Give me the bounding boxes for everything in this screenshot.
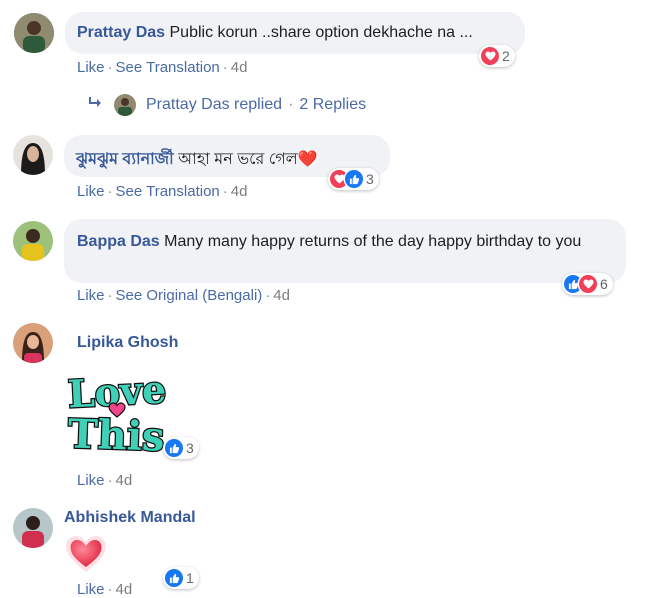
reaction-summary[interactable]: 3 (163, 437, 199, 459)
reaction-summary[interactable]: 3 (328, 168, 379, 190)
reaction-summary[interactable]: 2 (479, 45, 515, 67)
love-reaction-icon (481, 47, 499, 65)
see-original-link[interactable]: See Original (Bengali) (116, 287, 263, 304)
comment-actions: Like · See Translation · 4d (77, 183, 248, 200)
like-reaction-icon (165, 439, 183, 457)
timestamp[interactable]: 4d (231, 59, 248, 76)
comment-author[interactable]: ঝুমঝুম ব্যানার্জী (76, 151, 174, 168)
comment-bubble: Bappa Das Many many happy returns of the… (64, 219, 626, 283)
reaction-count: 2 (502, 48, 510, 64)
see-translation-link[interactable]: See Translation (116, 59, 220, 76)
love-reaction-icon (579, 275, 597, 293)
reaction-summary[interactable]: 6 (562, 273, 613, 295)
comment-text: আহা মন ভরে গেল❤️ (178, 151, 318, 168)
reaction-count: 3 (186, 440, 194, 456)
comment-bubble: Prattay Das Public korun ..share option … (65, 12, 525, 54)
timestamp[interactable]: 4d (116, 472, 133, 489)
reply-count: 2 Replies (299, 96, 367, 113)
avatar[interactable] (13, 221, 53, 261)
reaction-summary[interactable]: 1 (163, 567, 199, 589)
comment-actions: Like · 4d (77, 472, 133, 489)
reaction-count: 3 (366, 171, 374, 187)
reaction-count: 6 (600, 276, 608, 292)
comment-actions: Like · See Translation · 4d (77, 59, 248, 76)
view-replies-link[interactable]: Prattay Das replied · 2 Replies (88, 92, 366, 118)
timestamp[interactable]: 4d (231, 183, 248, 200)
timestamp[interactable]: 4d (273, 287, 290, 304)
reply-avatar (114, 94, 136, 116)
like-link[interactable]: Like (77, 59, 105, 76)
timestamp[interactable]: 4d (116, 581, 133, 598)
comment-author[interactable]: Prattay Das (77, 24, 165, 41)
comment-text: Many many happy returns of the day happy… (164, 233, 582, 250)
reply-text: Prattay Das replied (146, 96, 283, 113)
reply-arrow-icon (88, 96, 104, 114)
reaction-count: 1 (186, 570, 194, 586)
comment-author[interactable]: Abhishek Mandal (64, 509, 196, 527)
like-link[interactable]: Like (77, 472, 105, 489)
comment-text: Public korun ..share option dekhache na … (169, 24, 473, 41)
like-link[interactable]: Like (77, 581, 105, 598)
avatar[interactable] (13, 508, 53, 548)
see-translation-link[interactable]: See Translation (116, 183, 220, 200)
comment-author[interactable]: Bappa Das (77, 233, 160, 250)
like-link[interactable]: Like (77, 183, 105, 200)
comment-actions: Like · See Original (Bengali) · 4d (77, 287, 290, 304)
like-link[interactable]: Like (77, 287, 105, 304)
heart-sticker (64, 534, 108, 574)
comment-author[interactable]: Lipika Ghosh (77, 334, 178, 352)
love-this-sticker: Love This (65, 365, 171, 462)
like-reaction-icon (165, 569, 183, 587)
comment-actions: Like · 4d (77, 581, 133, 598)
avatar[interactable] (13, 323, 53, 363)
avatar[interactable] (14, 13, 54, 53)
like-reaction-icon (345, 170, 363, 188)
avatar[interactable] (13, 135, 53, 175)
